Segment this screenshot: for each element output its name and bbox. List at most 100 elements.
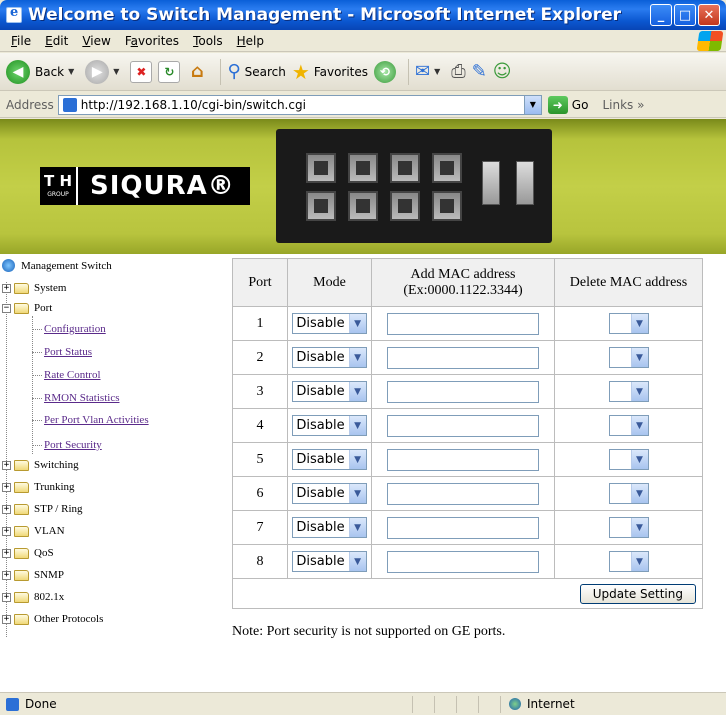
history-button[interactable]: ⟲: [374, 60, 397, 83]
add-mac-input[interactable]: [387, 346, 539, 369]
menu-view[interactable]: View: [75, 34, 117, 48]
menu-edit[interactable]: Edit: [38, 34, 75, 48]
delete-mac-select[interactable]: ▼: [608, 313, 649, 335]
menu-favorites[interactable]: Favorites: [118, 34, 186, 48]
folder-icon: [14, 569, 29, 581]
th-group-logo: T H GROUP: [40, 167, 78, 205]
add-mac-input[interactable]: [387, 482, 539, 505]
table-row: 7 Disable ▼ ▼: [232, 510, 703, 545]
sidebar-item-port[interactable]: − Port: [2, 302, 52, 314]
close-button[interactable]: ✕: [698, 4, 720, 26]
sidebar-item-switching[interactable]: + Switching: [2, 459, 79, 471]
home-button[interactable]: ⌂: [186, 61, 208, 83]
port-number: 4: [232, 408, 288, 443]
sidebar-item-label: Other Protocols: [34, 613, 104, 625]
status-bar: Done Internet: [0, 692, 726, 715]
add-mac-input[interactable]: [387, 414, 539, 437]
mode-select[interactable]: Disable ▼: [292, 415, 367, 436]
sidebar-item-system[interactable]: + System: [2, 282, 66, 294]
mail-button[interactable]: ✉ ▼: [415, 61, 445, 82]
edit-icon: ✎: [471, 61, 487, 82]
search-button[interactable]: ⚲ Search: [227, 61, 285, 82]
sidebar-item-other-protocols[interactable]: + Other Protocols: [2, 613, 103, 625]
chevron-down-icon: ▼: [68, 67, 75, 76]
logo-name: SIQURA®: [90, 171, 235, 201]
sidebar-link-per-port-vlan[interactable]: Per Port Vlan Activities: [44, 414, 149, 426]
port-image: [306, 153, 336, 183]
sidebar-item-label: Port: [34, 302, 53, 314]
sidebar-link-rate-control[interactable]: Rate Control: [44, 369, 101, 381]
links-button[interactable]: Links »: [602, 98, 644, 112]
delete-mac-select[interactable]: ▼: [608, 381, 649, 403]
edit-button[interactable]: ✎: [472, 61, 487, 82]
folder-icon: [14, 591, 29, 603]
switch-image: [276, 129, 552, 243]
add-mac-input[interactable]: [387, 516, 539, 539]
mode-select[interactable]: Disable ▼: [292, 313, 367, 334]
add-mac-input[interactable]: [387, 380, 539, 403]
delete-mac-select[interactable]: ▼: [608, 551, 649, 573]
minimize-button[interactable]: _: [650, 4, 672, 26]
tree-root[interactable]: Management Switch: [2, 259, 112, 272]
mode-select[interactable]: Disable ▼: [292, 449, 367, 470]
address-input[interactable]: [80, 97, 521, 112]
sidebar-item-vlan[interactable]: + VLAN: [2, 525, 65, 537]
back-button[interactable]: ◀ Back ▼: [6, 59, 79, 84]
mode-select[interactable]: Disable ▼: [292, 551, 367, 572]
stop-icon: ✖: [130, 60, 153, 83]
mode-select[interactable]: Disable ▼: [292, 381, 367, 402]
stop-button[interactable]: ✖: [130, 60, 153, 83]
mail-icon: ✉: [415, 61, 431, 82]
table-row: 1 Disable ▼ ▼: [232, 306, 703, 341]
sfp-port-image: [482, 161, 500, 205]
sidebar-link-port-security[interactable]: Port Security: [44, 439, 102, 451]
messenger-icon: ☺: [492, 61, 512, 82]
port-number: 1: [232, 306, 288, 341]
sidebar-link-configuration[interactable]: Configuration: [44, 323, 106, 335]
address-dropdown-icon[interactable]: ▼: [523, 95, 541, 114]
sidebar-link-rmon-statistics[interactable]: RMON Statistics: [44, 392, 119, 404]
add-mac-input[interactable]: [387, 550, 539, 573]
sidebar-item-snmp[interactable]: + SNMP: [2, 569, 64, 581]
sidebar-item-stp-ring[interactable]: + STP / Ring: [2, 503, 83, 515]
mode-select[interactable]: Disable ▼: [292, 347, 367, 368]
expand-icon: +: [2, 547, 11, 558]
expand-icon: +: [2, 481, 11, 492]
sidebar-item-trunking[interactable]: + Trunking: [2, 481, 75, 493]
mode-select[interactable]: Disable ▼: [292, 483, 367, 504]
window-controls: _ □ ✕: [650, 4, 720, 26]
print-button[interactable]: ⎙: [451, 61, 465, 82]
siqura-logo: T H GROUP SIQURA®: [40, 167, 250, 205]
delete-mac-select[interactable]: ▼: [608, 347, 649, 369]
maximize-button[interactable]: □: [674, 4, 696, 26]
address-field[interactable]: ▼: [57, 94, 542, 115]
delete-mac-select[interactable]: ▼: [608, 517, 649, 539]
port-image: [390, 153, 420, 183]
table-row: 4 Disable ▼ ▼: [232, 408, 703, 443]
delete-mac-select[interactable]: ▼: [608, 449, 649, 471]
update-setting-button[interactable]: Update Setting: [579, 583, 696, 604]
back-arrow-icon: ◀: [6, 59, 30, 84]
add-mac-input[interactable]: [387, 312, 539, 335]
favorites-button[interactable]: ★ Favorites: [292, 60, 368, 84]
messenger-button[interactable]: ☺: [493, 61, 512, 82]
delete-mac-select[interactable]: ▼: [608, 415, 649, 437]
port-image: [432, 153, 462, 183]
forward-button[interactable]: ▶ ▼: [85, 59, 124, 84]
menu-tools[interactable]: Tools: [186, 34, 230, 48]
expand-icon: +: [2, 525, 11, 536]
go-button[interactable]: ➜ Go: [547, 95, 589, 114]
add-mac-input[interactable]: [387, 448, 539, 471]
delete-mac-select[interactable]: ▼: [608, 483, 649, 505]
sidebar-item-8021x[interactable]: + 802.1x: [2, 591, 64, 603]
sidebar-item-qos[interactable]: + QoS: [2, 547, 54, 559]
toolbar-separator: [220, 58, 222, 85]
menu-file[interactable]: File: [4, 34, 38, 48]
menu-help[interactable]: Help: [230, 34, 271, 48]
refresh-button[interactable]: ↻: [158, 60, 181, 83]
sidebar-link-port-status[interactable]: Port Status: [44, 346, 92, 358]
go-label: Go: [571, 97, 589, 112]
chevron-down-icon: ▼: [630, 314, 648, 334]
page-done-icon: [6, 697, 19, 711]
mode-select[interactable]: Disable ▼: [292, 517, 367, 538]
